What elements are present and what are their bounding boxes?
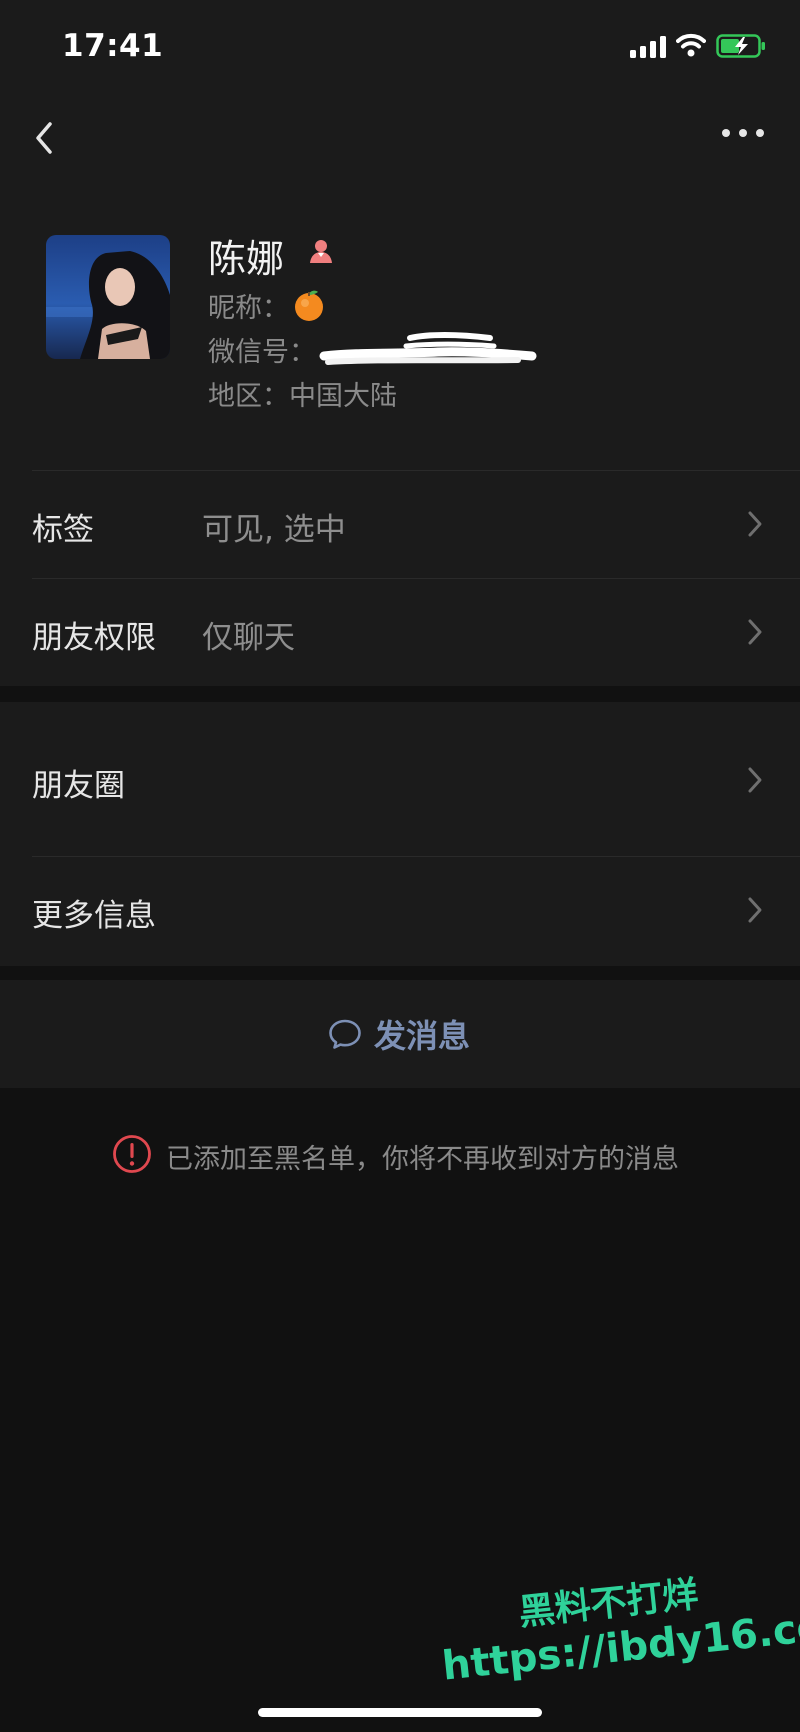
chevron-right-icon <box>748 511 762 537</box>
status-time: 17:41 <box>62 28 164 64</box>
blacklist-notice: 已添加至黑名单，你将不再收到对方的消息 <box>166 1144 679 1175</box>
chevron-right-icon <box>748 767 762 793</box>
chevron-right-icon <box>748 619 762 645</box>
row-tags[interactable]: 标签 可见, 选中 <box>0 470 800 578</box>
nickname-label: 昵称： <box>208 293 289 324</box>
row-moments-label: 朋友圈 <box>32 768 125 804</box>
row-permissions-value: 仅聊天 <box>202 620 295 656</box>
battery-charging-icon <box>716 34 765 58</box>
warning-icon <box>113 1135 151 1173</box>
settings-group-primary: 标签 可见, 选中 朋友权限 仅聊天 <box>0 470 800 686</box>
settings-group-secondary: 朋友圈 更多信息 <box>0 702 800 966</box>
send-message-button[interactable]: 发消息 <box>0 980 800 1088</box>
female-icon <box>310 240 332 263</box>
redaction-scribble <box>319 332 537 365</box>
row-tags-label: 标签 <box>32 512 94 548</box>
profile-header: 陈娜 昵称： 微信号： 地区：中国大陆 <box>0 176 800 470</box>
region-label: 地区： <box>208 381 289 412</box>
region-line: 地区：中国大陆 <box>208 374 397 413</box>
avatar[interactable] <box>46 235 170 359</box>
region-value: 中国大陆 <box>289 381 397 412</box>
wifi-icon <box>676 33 706 57</box>
navigation-bar <box>0 96 800 176</box>
orange-emoji-icon <box>295 290 323 321</box>
row-moments[interactable]: 朋友圈 <box>0 702 800 856</box>
row-more-info[interactable]: 更多信息 <box>0 856 800 966</box>
cellular-signal-icon <box>630 36 666 58</box>
status-bar: 17:41 <box>0 0 800 96</box>
row-more-info-label: 更多信息 <box>32 898 156 934</box>
send-message-label: 发消息 <box>374 1017 471 1055</box>
row-friend-permissions[interactable]: 朋友权限 仅聊天 <box>0 578 800 686</box>
chevron-right-icon <box>748 897 762 923</box>
wechat-id-label: 微信号： <box>208 337 316 368</box>
more-icon[interactable] <box>720 124 766 142</box>
home-indicator[interactable] <box>258 1708 542 1717</box>
back-icon[interactable] <box>26 116 66 160</box>
chat-bubble-icon <box>329 1019 361 1049</box>
row-permissions-label: 朋友权限 <box>32 620 156 656</box>
contact-profile-page: 17:41 陈娜 昵称： 微信号： 地区：中国大陆 标签 可见, 选中 朋友权限… <box>0 0 800 1732</box>
contact-name: 陈娜 <box>208 237 285 281</box>
row-tags-value: 可见, 选中 <box>202 512 346 548</box>
